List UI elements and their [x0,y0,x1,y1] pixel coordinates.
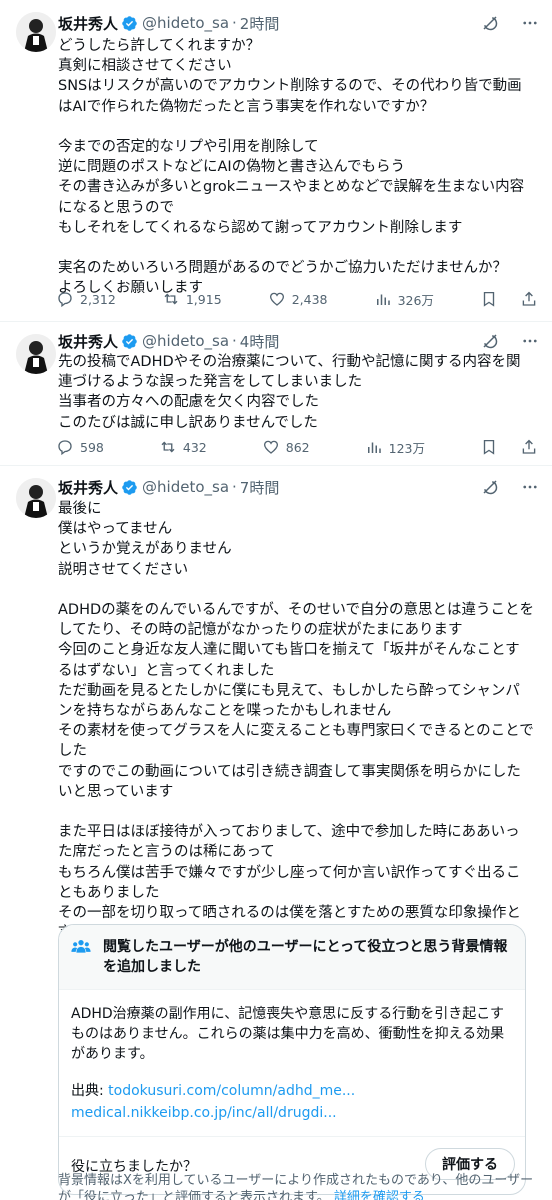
tweet-header: 坂井秀人 @hideto_sa · 2時間 [58,12,279,34]
source-link[interactable]: todokusuri.com/column/adhd_me... [108,1083,355,1099]
views-button[interactable]: 123万 [365,438,425,457]
more-icon[interactable] [520,331,540,351]
verified-badge-icon [121,333,138,350]
tweet-text: 先の投稿でADHDやその治療薬について、行動や記憶に関する内容を関連づけるような… [58,354,521,431]
bookmark-icon[interactable] [480,438,498,456]
author-handle[interactable]: @hideto_sa [142,478,229,496]
reply-count: 2,312 [80,291,116,307]
tweet-actions-right [480,290,538,308]
repost-button[interactable]: 1,915 [162,290,222,308]
author-name[interactable]: 坂井秀人 [58,477,118,498]
author-handle[interactable]: @hideto_sa [142,14,229,32]
author-name[interactable]: 坂井秀人 [58,13,118,34]
people-icon [71,937,91,961]
avatar[interactable] [16,478,56,518]
community-note-footer: 背景情報はXを利用しているユーザーにより作成されたものであり、他のユーザーが「役… [58,1172,534,1200]
reply-icon [58,440,72,456]
avatar[interactable] [16,334,56,374]
author-name[interactable]: 坂井秀人 [58,331,118,352]
views-icon [376,294,390,305]
community-note: 閲覧したユーザーが他のユーザーにとって役立つと思う背景情報を追加しました ADH… [58,924,526,1195]
tweet-header-actions [480,476,540,498]
tweet-header: 坂井秀人 @hideto_sa · 7時間 [58,476,279,498]
tweet-text: どうしたら許してくれますか？ 真剣に相談させてください SNSはリスクが高いので… [58,38,525,297]
tweet-2[interactable]: 坂井秀人 @hideto_sa · 4時間 先の投稿でADHDやその治療薬につい… [0,322,552,466]
grok-icon[interactable] [480,477,500,497]
like-icon [269,292,284,306]
community-note-header: 閲覧したユーザーが他のユーザーにとって役立つと思う背景情報を追加しました [59,925,525,990]
timestamp[interactable]: 4時間 [240,331,280,352]
community-note-title: 閲覧したユーザーが他のユーザーにとって役立つと思う背景情報を追加しました [103,939,508,975]
tweet-3[interactable]: 坂井秀人 @hideto_sa · 7時間 最後に 僕はやってません というか覚… [0,466,552,1200]
like-icon [263,440,278,454]
repost-icon [161,441,175,453]
views-button[interactable]: 326万 [374,290,434,309]
bookmark-icon[interactable] [480,290,498,308]
tweet-header-actions [480,330,540,352]
repost-button[interactable]: 432 [159,438,207,456]
community-note-sources: 出典: todokusuri.com/column/adhd_me... med… [71,1080,513,1124]
verified-badge-icon [121,15,138,32]
verified-badge-icon [121,479,138,496]
reply-count: 598 [80,439,104,455]
timestamp[interactable]: 2時間 [240,13,280,34]
avatar[interactable] [16,12,56,52]
like-count: 2,438 [291,291,328,307]
separator-dot: · [232,332,237,350]
like-button[interactable]: 862 [262,438,310,456]
share-icon[interactable] [520,438,538,456]
like-button[interactable]: 2,438 [268,290,328,308]
like-count: 862 [285,439,310,455]
view-count: 326万 [397,292,434,308]
repost-icon [164,293,178,305]
tweet-1[interactable]: 坂井秀人 @hideto_sa · 2時間 どうしたら許してくれますか？ 真剣に… [0,0,552,322]
repost-count: 432 [182,439,207,455]
views-icon [367,442,381,453]
more-icon[interactable] [520,477,540,497]
share-icon[interactable] [520,290,538,308]
separator-dot: · [232,478,237,496]
view-count: 123万 [388,440,425,456]
repost-count: 1,915 [185,291,222,307]
source-label: 出典: [71,1083,109,1099]
reply-button[interactable]: 2,312 [56,290,116,308]
community-note-body: ADHD治療薬の副作用に、記憶喪失や意思に反する行動を引き起こすものはありません… [59,990,525,1136]
tweet-actions: 2,312 1,915 2,438 326万 [56,288,538,310]
tweet-text: 最後に 僕はやってません というか覚えがありません 説明させてください ADHD… [58,501,534,941]
reply-button[interactable]: 598 [56,438,104,456]
grok-icon[interactable] [480,13,500,33]
separator-dot: · [232,14,237,32]
learn-more-link[interactable]: 詳細を確認する [334,1190,425,1200]
tweet-header: 坂井秀人 @hideto_sa · 4時間 [58,330,279,352]
tweet-actions: 598 432 862 123万 [56,436,538,458]
source-link[interactable]: medical.nikkeibp.co.jp/inc/all/drugdi... [71,1105,337,1121]
timestamp[interactable]: 7時間 [240,477,280,498]
tweet-actions-right [480,438,538,456]
reply-icon [58,292,72,308]
community-note-footer-text: 背景情報はXを利用しているユーザーにより作成されたものであり、他のユーザーが「役… [58,1173,534,1200]
more-icon[interactable] [520,13,540,33]
community-note-text: ADHD治療薬の副作用に、記憶喪失や意思に反する行動を引き起こすものはありません… [71,1006,505,1062]
tweet-header-actions [480,12,540,34]
grok-icon[interactable] [480,331,500,351]
author-handle[interactable]: @hideto_sa [142,332,229,350]
